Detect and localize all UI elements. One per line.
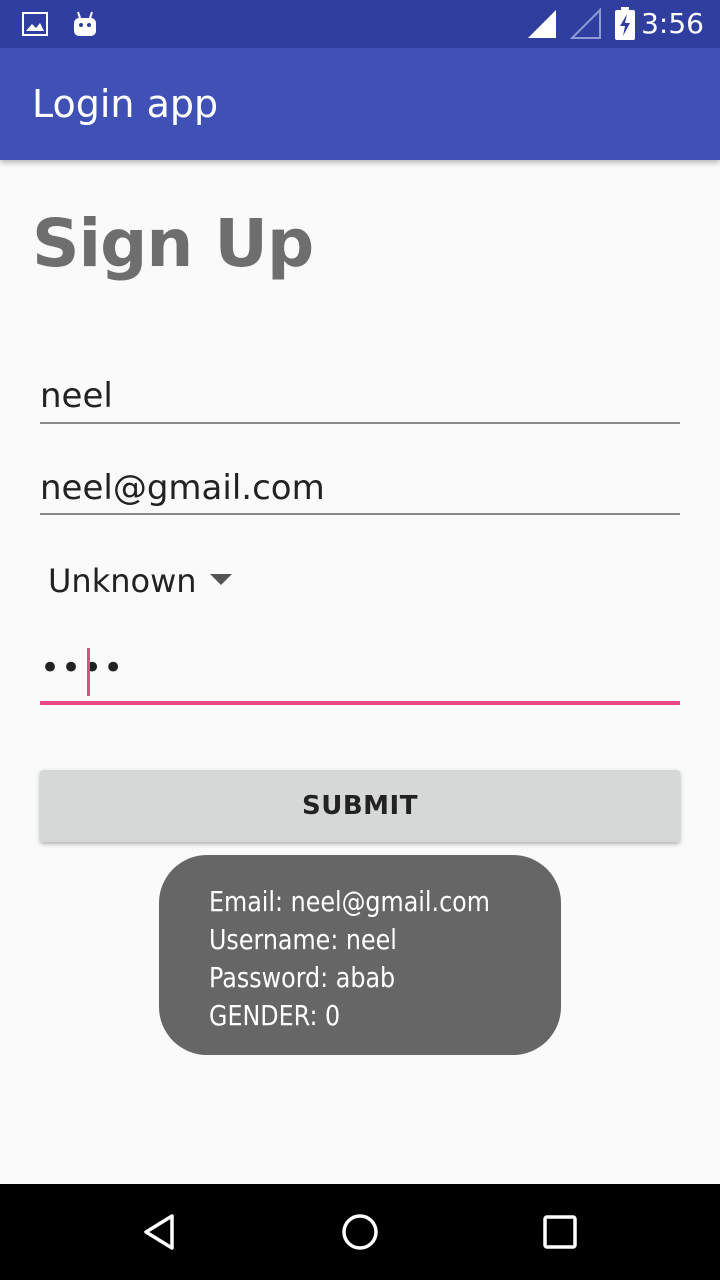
toast-line-email: Email: neel@gmail.com	[209, 885, 490, 918]
android-icon	[72, 0, 98, 48]
signal-icon	[526, 0, 558, 48]
gender-selected[interactable]: Unknown	[48, 562, 197, 600]
password-value[interactable]: ••••	[40, 648, 124, 688]
navigation-bar	[0, 1184, 720, 1280]
email-underline	[40, 513, 680, 515]
toast-line-username: Username: neel	[209, 923, 397, 956]
app-title: Login app	[32, 82, 219, 126]
recents-icon[interactable]	[500, 1184, 620, 1280]
email-field[interactable]: neel@gmail.com	[40, 460, 680, 518]
home-icon[interactable]	[300, 1184, 420, 1280]
toast-line-password: Password: abab	[209, 961, 396, 994]
signal-empty-icon	[570, 0, 602, 48]
password-field[interactable]: ••••	[40, 644, 680, 706]
image-icon	[22, 0, 48, 48]
text-cursor	[87, 648, 90, 696]
dropdown-arrow-icon[interactable]	[210, 574, 232, 585]
submit-label: SUBMIT	[302, 791, 418, 821]
status-time: 3:56	[641, 7, 704, 40]
email-value[interactable]: neel@gmail.com	[40, 468, 325, 508]
gender-spinner[interactable]: Unknown	[40, 552, 260, 612]
username-field[interactable]: neel	[40, 368, 680, 426]
username-value[interactable]: neel	[40, 376, 113, 416]
toast-line-gender: GENDER: 0	[209, 999, 341, 1032]
submit-button[interactable]: SUBMIT	[40, 770, 680, 842]
app-bar: Login app	[0, 48, 720, 160]
back-icon[interactable]	[100, 1184, 220, 1280]
page-title: Sign Up	[32, 205, 314, 282]
battery-charging-icon	[614, 0, 636, 48]
username-underline	[40, 422, 680, 424]
status-bar: 3:56	[0, 0, 720, 48]
toast-message: Email: neel@gmail.com Username: neel Pas…	[159, 855, 561, 1055]
password-underline	[40, 701, 680, 705]
